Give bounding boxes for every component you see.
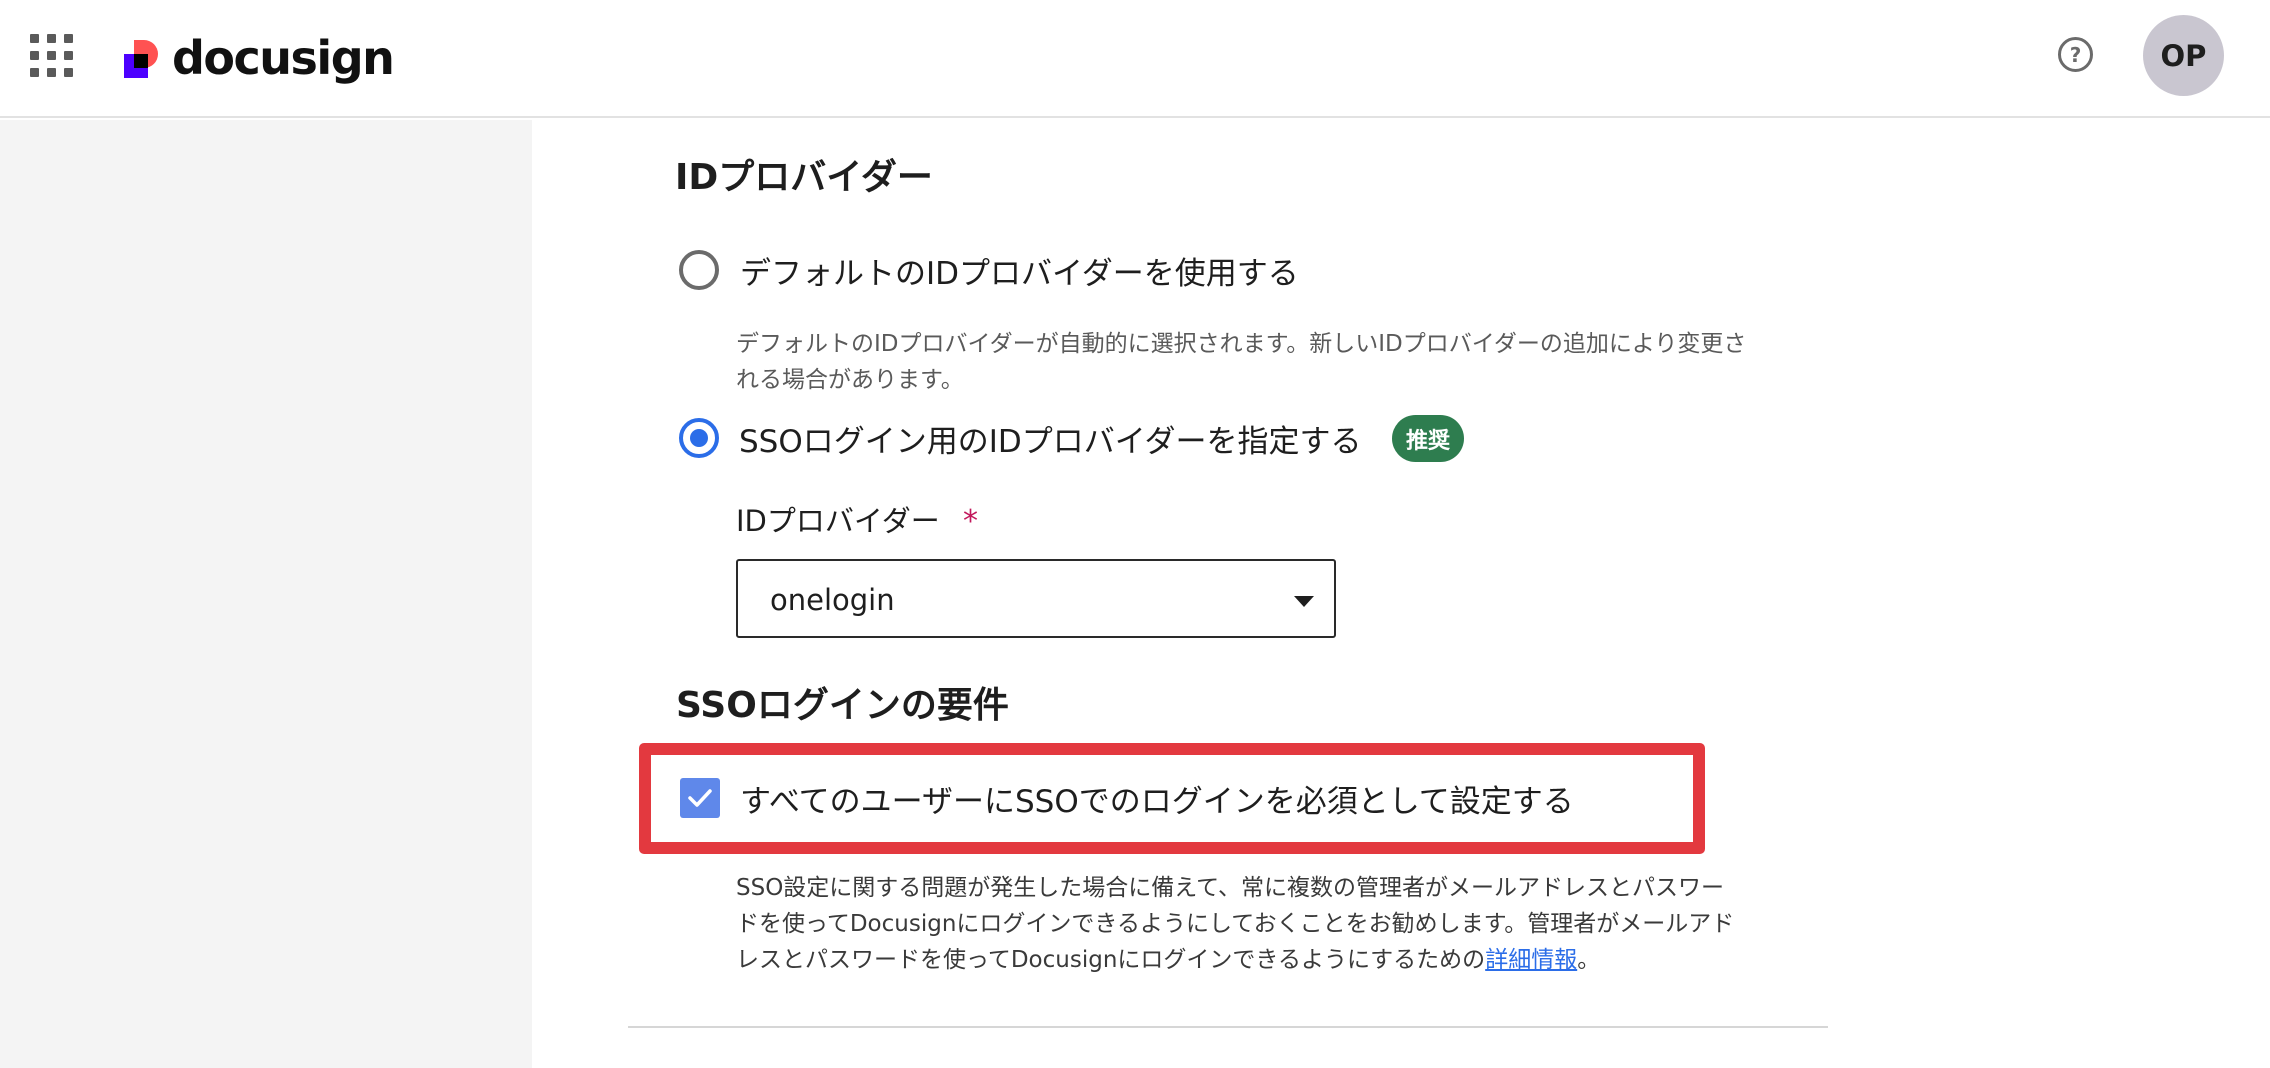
section-divider — [628, 1026, 1828, 1028]
required-mark: * — [962, 504, 978, 539]
learn-more-link[interactable]: 詳細情報 — [1485, 947, 1577, 973]
checkmark-icon — [688, 789, 712, 807]
idp-select[interactable]: onelogin — [736, 559, 1336, 638]
left-sidebar — [0, 120, 532, 1068]
idp-field-label: IDプロバイダー * — [736, 504, 978, 539]
recommended-badge: 推奨 — [1392, 415, 1465, 462]
default-idp-description: デフォルトのIDプロバイダーが自動的に選択されます。新しいIDプロバイダーの追加… — [736, 331, 1747, 393]
top-header: docusign ? OP — [0, 0, 2270, 118]
app-launcher-icon[interactable] — [30, 34, 74, 78]
sso-requirement-note: SSO設定に関する問題が発生した場合に備えて、常に複数の管理者がメールアドレスと… — [736, 875, 1735, 973]
user-avatar[interactable]: OP — [2143, 15, 2224, 96]
radio-default-idp[interactable] — [679, 250, 719, 290]
section-title-sso-requirement: SSOログインの要件 — [676, 685, 1009, 726]
main-content: IDプロバイダー デフォルトのIDプロバイダーを使用する デフォルトのIDプロバ… — [532, 120, 2270, 1068]
avatar-initials: OP — [2160, 38, 2207, 73]
radio-specify-idp-label[interactable]: SSOログイン用のIDプロバイダーを指定する — [739, 416, 1362, 461]
require-sso-checkbox-label[interactable]: すべてのユーザーにSSOでのログインを必須として設定する — [740, 776, 1574, 821]
docusign-logo[interactable]: docusign — [124, 30, 395, 86]
logo-text: docusign — [172, 31, 395, 85]
chevron-down-icon — [1294, 596, 1314, 607]
docusign-logo-mark — [124, 38, 164, 78]
idp-select-value: onelogin — [770, 583, 895, 617]
section-title-identity-provider: IDプロバイダー — [675, 157, 933, 198]
radio-default-idp-label[interactable]: デフォルトのIDプロバイダーを使用する — [740, 248, 1299, 293]
help-icon[interactable]: ? — [2058, 37, 2093, 72]
radio-specify-idp[interactable] — [679, 418, 719, 458]
require-sso-checkbox[interactable] — [680, 778, 720, 818]
